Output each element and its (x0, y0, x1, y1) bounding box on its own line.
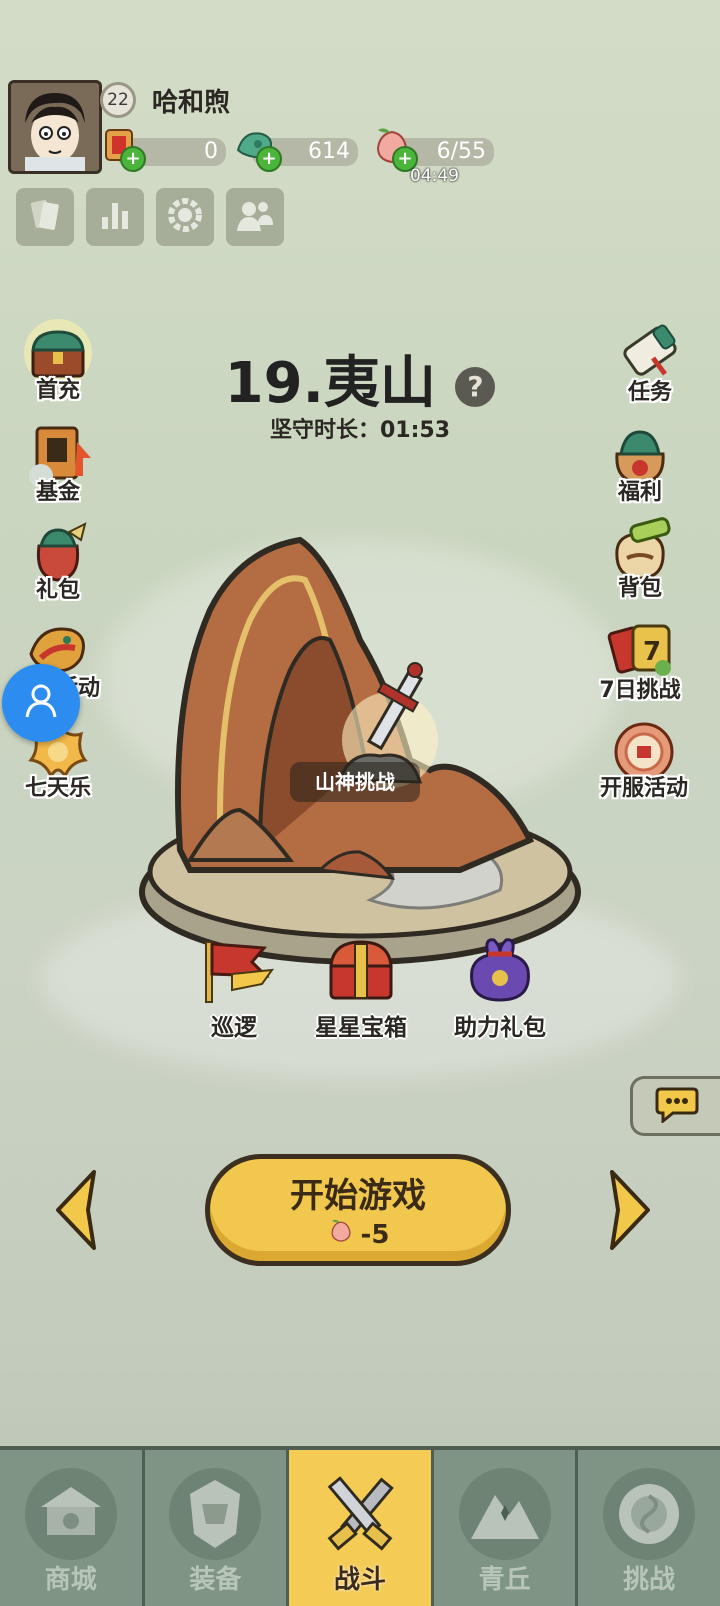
player-level-badge: 22 (100, 82, 136, 118)
stage-title: 19.夷山 ? (0, 338, 720, 419)
nav-label: 商城 (44, 1565, 97, 1595)
friends-button[interactable] (226, 188, 284, 246)
settings-button[interactable] (156, 188, 214, 246)
cards-icon (27, 197, 63, 237)
guard-time: 坚守时长：01:53 (269, 418, 451, 443)
prev-stage-arrow[interactable] (52, 1168, 102, 1252)
user-icon (21, 681, 61, 725)
player-avatar[interactable] (8, 80, 102, 174)
side-label: 背包 (617, 576, 662, 601)
chevron-right-icon (604, 1170, 654, 1256)
cards-button[interactable] (16, 188, 74, 246)
peach-icon[interactable]: + (370, 124, 418, 172)
start-game-button[interactable]: 开始游戏 -5 (205, 1154, 511, 1266)
bottom-nav: 商城 装备 战斗 青丘 挑战 (0, 1446, 720, 1606)
mountain-god-challenge-label[interactable]: 山神挑战 (290, 762, 420, 802)
support-pack-label: 助力礼包 (454, 1015, 546, 1041)
nav-battle[interactable]: 战斗 (289, 1450, 434, 1606)
settings-icon (165, 195, 205, 239)
nav-label: 挑战 (623, 1565, 676, 1595)
backpack-button[interactable]: 背包 (590, 514, 690, 614)
side-label: 基金 (35, 480, 80, 505)
nav-label: 战斗 (333, 1565, 386, 1595)
player-name: 哈和煦 (152, 88, 231, 118)
side-label: 开服活动 (599, 776, 688, 801)
nav-qingqiu[interactable]: 青丘 (434, 1450, 579, 1606)
star-chest-label: 星星宝箱 (315, 1015, 407, 1041)
help-icon[interactable]: ? (455, 366, 496, 407)
patrol-label: 巡逻 (211, 1015, 257, 1041)
side-label: 七天乐 (24, 776, 91, 801)
side-label: 7日挑战 (599, 678, 681, 703)
chevron-left-icon (52, 1170, 102, 1256)
tickets-icon[interactable]: + (98, 124, 146, 172)
next-stage-arrow[interactable] (604, 1168, 654, 1252)
start-game-label: 开始游戏 (290, 1176, 426, 1216)
shop-icon (24, 1468, 117, 1560)
star-chest-icon (319, 940, 403, 1008)
support-pouch-icon (458, 938, 542, 1008)
nav-label: 装备 (189, 1565, 242, 1595)
jade-icon[interactable]: + (234, 124, 282, 172)
seven-day-challenge-button[interactable]: 7 7日挑战 (590, 616, 690, 716)
peach-icon (327, 1217, 355, 1252)
crossed-swords-icon (314, 1468, 406, 1560)
rank-icon (97, 197, 133, 237)
star-chest-button[interactable]: 星星宝箱 (306, 934, 416, 1042)
side-label: 福利 (617, 480, 662, 505)
nav-shop[interactable]: 商城 (0, 1450, 145, 1606)
rank-button[interactable] (86, 188, 144, 246)
challenge-disc-icon (603, 1468, 696, 1560)
side-label: 礼包 (35, 578, 80, 603)
patrol-flag-icon (192, 941, 276, 1008)
support-pack-button[interactable]: 助力礼包 (440, 930, 560, 1042)
stamina-timer: 04:49 (410, 166, 459, 186)
floating-user-button[interactable] (2, 664, 80, 742)
start-cost: -5 (327, 1217, 390, 1252)
start-cost-value: -5 (360, 1219, 390, 1250)
chat-bubble-icon (655, 1085, 699, 1127)
patrol-button[interactable]: 巡逻 (186, 934, 282, 1042)
nav-label: 青丘 (478, 1565, 531, 1595)
server-event-button[interactable]: 开服活动 (594, 714, 694, 814)
gift-pack-button[interactable]: 礼包 (8, 516, 108, 616)
armor-icon (169, 1468, 262, 1560)
friends-icon (235, 195, 275, 239)
chat-button[interactable] (630, 1076, 720, 1136)
mountain-icon (458, 1468, 551, 1560)
nav-equipment[interactable]: 装备 (145, 1450, 290, 1606)
nav-challenge[interactable]: 挑战 (578, 1450, 720, 1606)
